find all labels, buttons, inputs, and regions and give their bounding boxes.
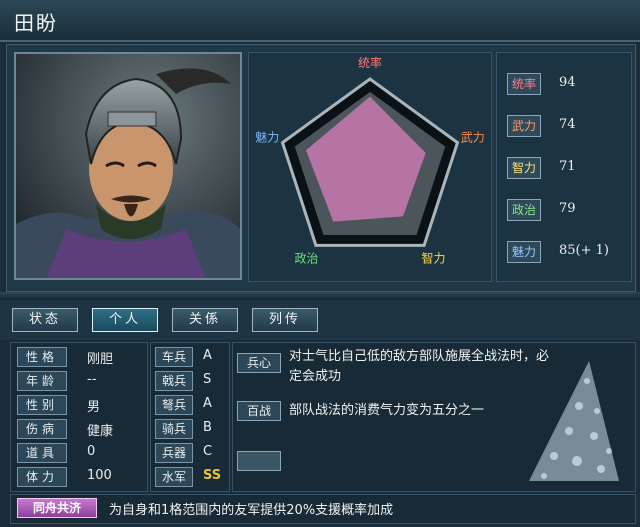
troop-row: 水军 SS bbox=[155, 467, 225, 489]
attr-value: -- bbox=[87, 372, 97, 387]
troop-grade: C bbox=[203, 444, 213, 459]
skill-slot-empty bbox=[237, 451, 281, 471]
title-bar: 田盼 bbox=[0, 0, 640, 42]
radar-label-pol: 政治 bbox=[294, 251, 318, 265]
radar-chart: 统率 武力 智力 政治 魅力 bbox=[255, 55, 485, 265]
stats-list: 统率 94 武力 74 智力 71 政治 79 魅力 85(+ 1) bbox=[496, 52, 632, 282]
officer-name: 田盼 bbox=[14, 11, 58, 35]
attr-value: 0 bbox=[87, 444, 96, 459]
stat-label: 政治 bbox=[507, 199, 541, 221]
attr-value: 健康 bbox=[87, 424, 114, 439]
attr-value: 刚胆 bbox=[87, 352, 114, 367]
stat-row-int: 智力 71 bbox=[507, 157, 627, 181]
troop-grade: SS bbox=[203, 468, 222, 483]
troop-row: 骑兵 B bbox=[155, 419, 225, 441]
attr-key: 体力 bbox=[17, 467, 67, 487]
attr-row: 道具 0 bbox=[17, 443, 141, 465]
troop-row: 戟兵 S bbox=[155, 371, 225, 393]
troop-key: 弩兵 bbox=[155, 395, 193, 415]
attr-row: 性别 男 bbox=[17, 395, 141, 417]
skill-description: 部队战法的消费气力变为五分之一 bbox=[289, 403, 485, 418]
stat-row-war: 武力 74 bbox=[507, 115, 627, 139]
stat-value: 74 bbox=[559, 117, 576, 132]
stat-label: 魅力 bbox=[507, 241, 541, 263]
attr-row: 性格 刚胆 bbox=[17, 347, 141, 369]
stat-value: 71 bbox=[559, 159, 576, 174]
troop-grade: A bbox=[203, 396, 212, 411]
skill-description: 对士气比自己低的敌方部队施展全战法时，必定会成功 bbox=[289, 349, 550, 384]
officer-portrait bbox=[14, 52, 242, 280]
attr-key: 伤病 bbox=[17, 419, 67, 439]
troop-key: 戟兵 bbox=[155, 371, 193, 391]
tab-bar: 状态 个人 关係 列传 bbox=[0, 300, 640, 340]
troop-grade: B bbox=[203, 420, 212, 435]
attr-row: 伤病 健康 bbox=[17, 419, 141, 441]
tab-relations[interactable]: 关係 bbox=[172, 308, 238, 332]
troop-grade: A bbox=[203, 348, 212, 363]
stat-row-cha: 魅力 85(+ 1) bbox=[507, 241, 627, 265]
attr-value: 男 bbox=[87, 400, 101, 415]
troop-key: 水军 bbox=[155, 467, 193, 487]
troop-row: 兵器 C bbox=[155, 443, 225, 465]
stat-label: 武力 bbox=[507, 115, 541, 137]
special-ability-bar: 同舟共济 为自身和1格范围内的友军提供20%支援概率加成 bbox=[10, 494, 636, 524]
stat-value: 85(+ 1) bbox=[559, 243, 609, 258]
section-divider bbox=[0, 292, 640, 300]
troop-key: 兵器 bbox=[155, 443, 193, 463]
tab-status[interactable]: 状态 bbox=[12, 308, 78, 332]
skill-tag[interactable]: 兵心 bbox=[237, 353, 281, 373]
stat-label: 智力 bbox=[507, 157, 541, 179]
troop-grade: S bbox=[203, 372, 212, 387]
tab-biography[interactable]: 列传 bbox=[252, 308, 318, 332]
special-ability-description: 为自身和1格范围内的友军提供20%支援概率加成 bbox=[109, 503, 394, 518]
radar-label-int: 智力 bbox=[421, 250, 445, 265]
attr-value: 100 bbox=[87, 468, 112, 483]
troop-key: 骑兵 bbox=[155, 419, 193, 439]
attr-row: 体力 100 bbox=[17, 467, 141, 489]
attr-key: 道具 bbox=[17, 443, 67, 463]
skill-tag[interactable]: 百战 bbox=[237, 401, 281, 421]
attr-row: 年龄 -- bbox=[17, 371, 141, 393]
troop-aptitudes: 车兵 A 戟兵 S 弩兵 A 骑兵 B 兵器 C 水军 SS bbox=[150, 342, 230, 492]
radar-label-war: 武力 bbox=[461, 131, 485, 145]
radar-label-cha: 魅力 bbox=[255, 130, 279, 145]
radar-label-lead: 统率 bbox=[358, 55, 382, 70]
attr-key: 性格 bbox=[17, 347, 67, 367]
ability-radar: 统率 武力 智力 政治 魅力 bbox=[248, 52, 492, 282]
skills-panel: 兵心 对士气比自己低的敌方部队施展全战法时，必定会成功 百战 部队战法的消费气力… bbox=[232, 342, 636, 492]
attr-key: 性别 bbox=[17, 395, 67, 415]
troop-key: 车兵 bbox=[155, 347, 193, 367]
tab-personal[interactable]: 个人 bbox=[92, 308, 158, 332]
portrait-image bbox=[16, 54, 240, 278]
troop-row: 车兵 A bbox=[155, 347, 225, 369]
stat-value: 94 bbox=[559, 75, 576, 90]
stat-row-pol: 政治 79 bbox=[507, 199, 627, 223]
stat-value: 79 bbox=[559, 201, 576, 216]
personal-attributes: 性格 刚胆 年龄 -- 性别 男 伤病 健康 道具 0 体力 100 bbox=[10, 342, 148, 492]
special-ability-tag[interactable]: 同舟共济 bbox=[17, 498, 97, 518]
stat-label: 统率 bbox=[507, 73, 541, 95]
attr-key: 年龄 bbox=[17, 371, 67, 391]
troop-row: 弩兵 A bbox=[155, 395, 225, 417]
stat-row-lead: 统率 94 bbox=[507, 73, 627, 97]
